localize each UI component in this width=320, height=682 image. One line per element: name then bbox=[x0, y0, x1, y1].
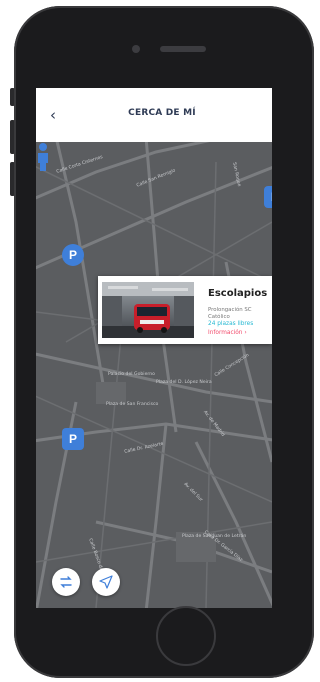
address-line: Prolongación SC bbox=[208, 307, 252, 313]
volume-up-button bbox=[10, 120, 15, 154]
parking-name: Escolapios bbox=[208, 288, 268, 299]
parking-info-card[interactable]: Escolapios Prolongación SC Católico 24 p… bbox=[98, 276, 272, 344]
info-link[interactable]: Información › bbox=[208, 330, 247, 336]
free-spots-label: 24 plazas libres bbox=[208, 321, 254, 327]
swap-arrows-icon bbox=[60, 576, 72, 588]
earpiece-speaker bbox=[160, 46, 206, 52]
front-camera bbox=[132, 45, 140, 53]
volume-down-button bbox=[10, 162, 15, 196]
home-button[interactable] bbox=[156, 606, 216, 666]
street-label: Palacio del Gobierno bbox=[108, 372, 155, 377]
navigation-arrow-icon bbox=[99, 575, 113, 589]
nav-header: ‹ CERCA DE MÍ bbox=[36, 88, 272, 143]
street-label: Plaza de San Juan de Letrán bbox=[182, 534, 247, 539]
parking-photo bbox=[102, 282, 194, 338]
map-view[interactable]: Calle Corta Cisternes Calle San Remigio … bbox=[36, 142, 272, 608]
mute-switch bbox=[10, 88, 15, 106]
locate-button[interactable] bbox=[92, 568, 120, 596]
address-line: Católico bbox=[208, 314, 230, 320]
street-label: Plaza de San Francisco bbox=[106, 402, 159, 407]
page-title: CERCA DE MÍ bbox=[128, 108, 196, 118]
parking-address: Prolongación SC Católico bbox=[208, 307, 252, 321]
street-label: Plaza del D. López Neira bbox=[156, 380, 212, 385]
swap-button[interactable] bbox=[52, 568, 80, 596]
user-location-icon bbox=[38, 143, 48, 171]
app-screen: ‹ CERCA DE MÍ Calle Corta Cisternes Call… bbox=[36, 88, 272, 608]
parking-pin[interactable]: P bbox=[264, 186, 272, 208]
parking-pin[interactable]: P bbox=[62, 428, 84, 450]
parking-pin[interactable]: P bbox=[62, 244, 84, 266]
